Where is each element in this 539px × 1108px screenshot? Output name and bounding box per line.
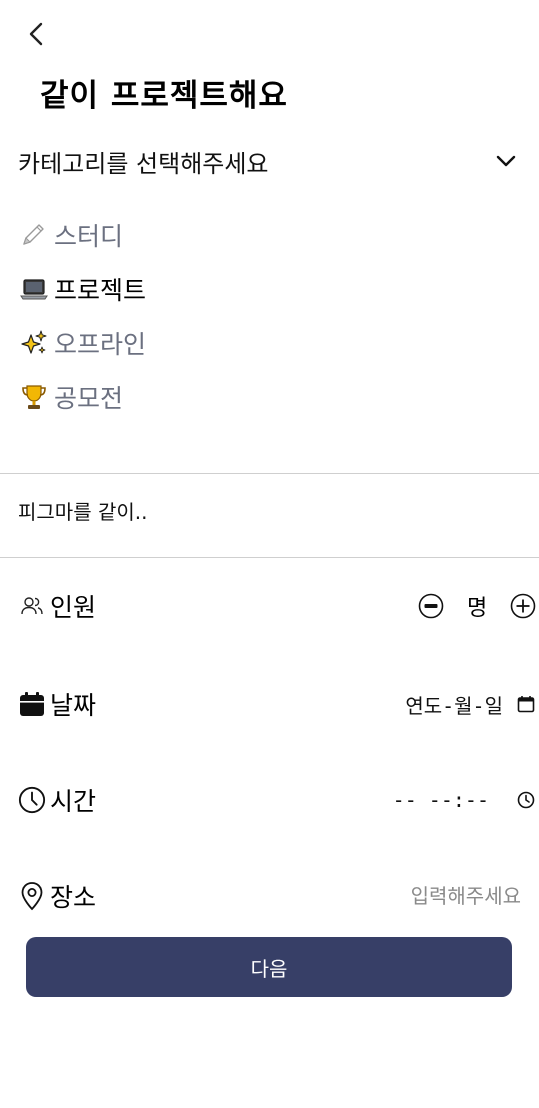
- laptop-icon: [20, 277, 54, 301]
- people-row: 인원 명: [18, 584, 539, 628]
- time-label: 시간: [50, 787, 97, 816]
- next-button-label: 다음: [250, 956, 288, 981]
- clock-small-icon[interactable]: [517, 791, 535, 809]
- decrement-button[interactable]: [417, 592, 445, 620]
- minus-circle-icon: [418, 593, 444, 619]
- map-pin-icon: [18, 882, 46, 911]
- place-input[interactable]: [321, 884, 521, 908]
- clock-icon: [18, 786, 46, 814]
- calendar-outline-icon[interactable]: [517, 695, 535, 713]
- place-row: 장소: [18, 874, 539, 918]
- sparkles-icon: [20, 329, 54, 357]
- pencil-icon: [20, 222, 54, 248]
- chevron-down-icon: [494, 149, 518, 173]
- description-text[interactable]: 피그마를 같이..: [18, 496, 147, 525]
- people-label: 인원: [50, 593, 97, 622]
- date-value: 연도-월-일: [405, 693, 503, 718]
- back-button[interactable]: [22, 22, 50, 50]
- people-stepper: 명: [417, 590, 537, 622]
- category-option-label: 오프라인: [54, 330, 147, 359]
- users-icon: [18, 592, 46, 620]
- trophy-icon: [20, 383, 54, 411]
- divider: [0, 473, 539, 474]
- increment-button[interactable]: [509, 592, 537, 620]
- plus-circle-icon: [510, 593, 536, 619]
- category-option-offline[interactable]: 오프라인: [20, 316, 146, 370]
- category-option-study[interactable]: 스터디: [20, 208, 146, 262]
- date-row: 날짜 연도-월-일: [18, 682, 539, 726]
- category-select[interactable]: 카테고리를 선택해주세요: [18, 140, 518, 182]
- time-input[interactable]: -- --:--: [393, 788, 535, 812]
- next-button[interactable]: 다음: [26, 937, 512, 997]
- place-label: 장소: [50, 883, 97, 912]
- chevron-left-icon: [29, 22, 43, 50]
- people-unit: 명: [467, 596, 488, 621]
- category-select-label: 카테고리를 선택해주세요: [18, 149, 269, 178]
- time-row: 시간 -- --:--: [18, 778, 539, 822]
- category-option-project[interactable]: 프로젝트: [20, 262, 146, 316]
- category-list: 스터디 프로젝트 오프라인 공모전: [20, 208, 146, 424]
- date-input[interactable]: 연도-월-일: [405, 690, 535, 719]
- category-option-label: 공모전: [54, 384, 124, 413]
- date-label: 날짜: [50, 691, 97, 720]
- time-value: -- --:--: [392, 788, 489, 812]
- category-option-contest[interactable]: 공모전: [20, 370, 146, 424]
- page-title: 같이 프로젝트해요: [40, 78, 288, 114]
- calendar-icon: [18, 690, 46, 718]
- category-option-label: 프로젝트: [54, 276, 147, 305]
- category-option-label: 스터디: [54, 222, 124, 251]
- divider: [0, 557, 539, 558]
